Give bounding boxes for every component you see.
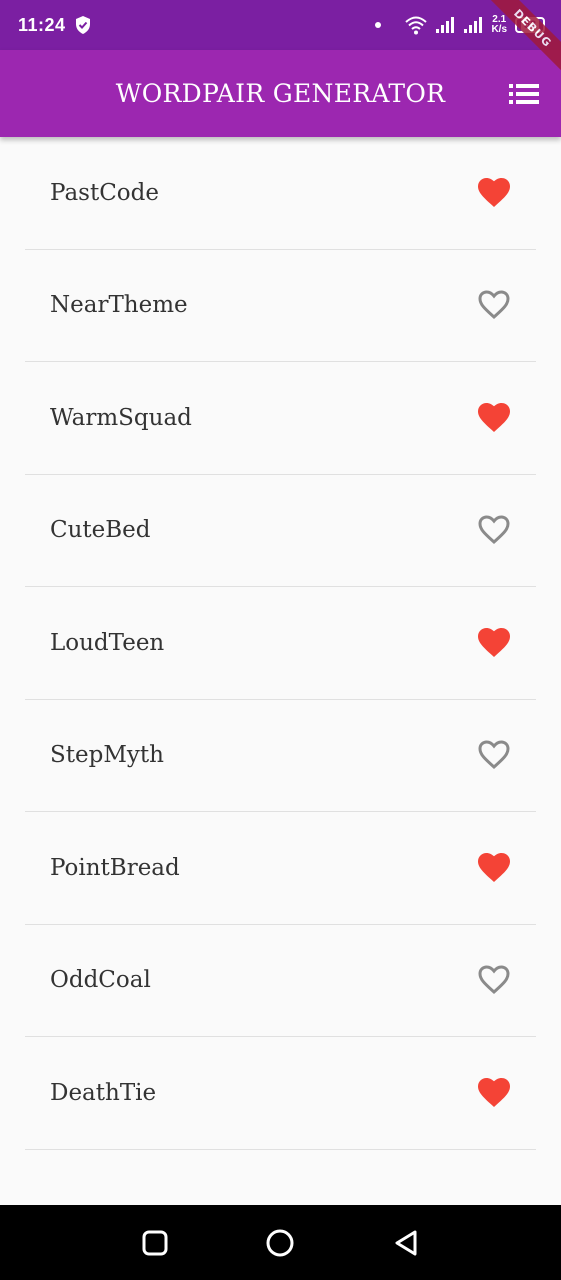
list-item[interactable]: WarmSquad bbox=[25, 362, 536, 475]
word-pair-label: WarmSquad bbox=[50, 404, 192, 431]
square-icon bbox=[142, 1230, 168, 1255]
list-item[interactable]: CuteBed bbox=[25, 475, 536, 587]
home-button[interactable] bbox=[260, 1223, 300, 1263]
word-pair-list[interactable]: PastCode NearTheme WarmSquad CuteBed LoudTee… bbox=[25, 137, 536, 1205]
word-pair-label: NearTheme bbox=[50, 292, 188, 319]
list-item[interactable]: OddCoal bbox=[25, 925, 536, 1037]
system-nav-bar bbox=[0, 1205, 561, 1280]
heart-filled-icon[interactable] bbox=[477, 852, 511, 884]
word-pair-label: PointBread bbox=[50, 854, 180, 881]
app-title: WORDPAIR GENERATOR bbox=[115, 79, 446, 108]
heart-filled-icon[interactable] bbox=[477, 177, 511, 209]
recents-button[interactable] bbox=[135, 1223, 175, 1263]
wifi-icon bbox=[405, 16, 428, 35]
list-icon[interactable] bbox=[509, 82, 539, 106]
speed-unit: K/s bbox=[491, 24, 507, 35]
circle-icon bbox=[266, 1229, 294, 1256]
list-item[interactable]: StepMyth bbox=[25, 700, 536, 812]
list-item[interactable]: PastCode bbox=[25, 137, 536, 250]
list-item[interactable]: NearTheme bbox=[25, 250, 536, 362]
list-item[interactable]: LoudTeen bbox=[25, 587, 536, 700]
signal-icon-2 bbox=[464, 17, 483, 33]
status-bar: 11:24 2.1 K/s 53 bbox=[0, 0, 561, 50]
word-pair-label: DeathTie bbox=[50, 1079, 157, 1106]
back-button[interactable] bbox=[386, 1223, 426, 1263]
word-pair-label: OddCoal bbox=[50, 967, 151, 994]
heart-outline-icon[interactable] bbox=[477, 514, 511, 546]
list-item[interactable]: PointBread bbox=[25, 812, 536, 925]
heart-outline-icon[interactable] bbox=[477, 289, 511, 321]
heart-filled-icon[interactable] bbox=[477, 627, 511, 659]
heart-outline-icon[interactable] bbox=[477, 739, 511, 771]
notification-dot-icon bbox=[375, 22, 382, 28]
heart-filled-icon[interactable] bbox=[477, 402, 511, 434]
triangle-back-icon bbox=[395, 1230, 417, 1255]
list-item[interactable]: DeathTie bbox=[25, 1037, 536, 1150]
word-pair-label: LoudTeen bbox=[50, 629, 165, 656]
heart-filled-icon[interactable] bbox=[477, 1077, 511, 1109]
signal-icon bbox=[436, 17, 455, 33]
word-pair-label: PastCode bbox=[50, 179, 159, 206]
shield-icon bbox=[75, 16, 90, 34]
word-pair-label: StepMyth bbox=[50, 742, 164, 769]
app-bar: WORDPAIR GENERATOR bbox=[0, 50, 561, 137]
status-time: 11:24 bbox=[18, 14, 66, 35]
heart-outline-icon[interactable] bbox=[477, 964, 511, 996]
word-pair-label: CuteBed bbox=[50, 517, 151, 544]
network-speed: 2.1 K/s bbox=[491, 15, 507, 35]
